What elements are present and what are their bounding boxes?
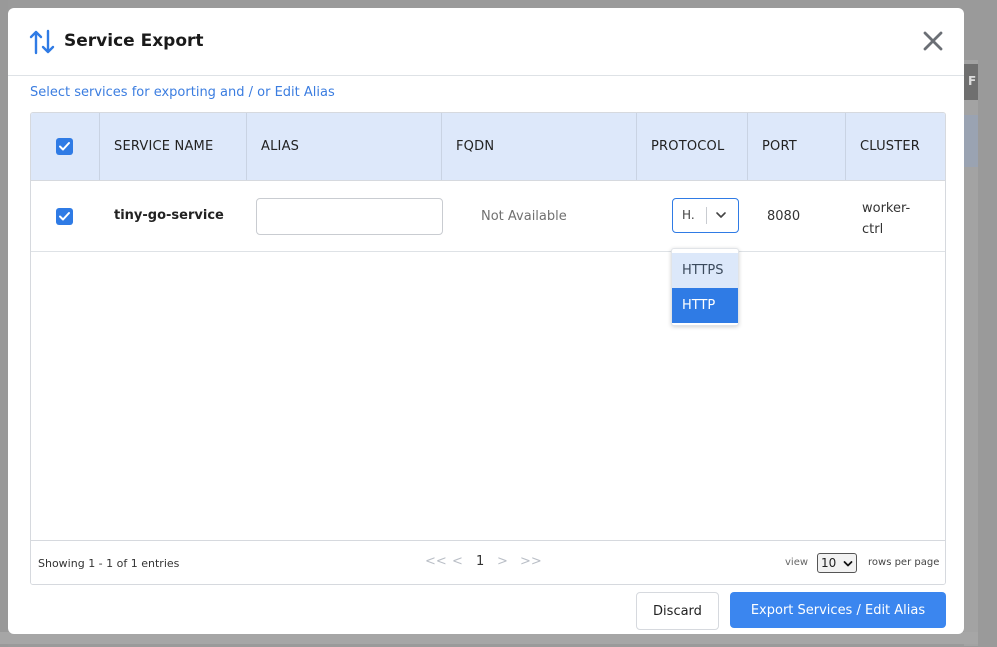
backdrop-left (0, 0, 8, 647)
modal-subtitle: Select services for exporting and / or E… (30, 85, 335, 100)
protocol-option-https[interactable]: HTTPS (672, 253, 738, 288)
row-checkbox[interactable] (56, 208, 73, 225)
modal-header: Service Export (8, 8, 964, 76)
column-header-service-name[interactable]: SERVICE NAME (100, 113, 247, 180)
backdrop-tab: F (964, 64, 978, 100)
protocol-select[interactable]: H. (672, 198, 739, 233)
rows-per-page-label: rows per page (868, 557, 940, 568)
current-page[interactable]: 1 (476, 554, 484, 569)
discard-button[interactable]: Discard (636, 592, 719, 630)
service-export-modal: Service Export Select services for expor… (8, 8, 964, 634)
cluster-cell: worker- ctrl (862, 198, 910, 240)
service-name-cell: tiny-go-service (114, 208, 224, 223)
cluster-line-1: worker- (862, 201, 911, 216)
fqdn-cell: Not Available (481, 209, 567, 224)
column-header-alias[interactable]: ALIAS (247, 113, 442, 180)
rows-per-page-value: 10 (821, 556, 837, 570)
entries-count: Showing 1 - 1 of 1 entries (38, 557, 180, 570)
last-page-button[interactable]: >> (520, 554, 542, 569)
swap-vertical-icon (29, 29, 55, 55)
chevron-down-icon (843, 561, 853, 567)
close-icon[interactable] (920, 28, 946, 54)
column-header-cluster[interactable]: CLUSTER (846, 113, 945, 180)
modal-title: Service Export (64, 31, 204, 51)
alias-input[interactable] (256, 198, 443, 235)
check-icon (59, 212, 70, 221)
protocol-select-value: H. (682, 208, 695, 222)
table-footer: Showing 1 - 1 of 1 entries << < 1 > >> v… (31, 540, 945, 584)
table-header: SERVICE NAME ALIAS FQDN PROTOCOL PORT CL… (31, 113, 945, 181)
chevron-down-icon (716, 212, 726, 218)
first-page-button[interactable]: << (425, 554, 447, 569)
column-header-fqdn[interactable]: FQDN (442, 113, 637, 180)
select-all-checkbox[interactable] (56, 138, 73, 155)
view-label: view (785, 557, 809, 568)
prev-page-button[interactable]: < (452, 554, 463, 569)
table-row: tiny-go-service Not Available H. 8080 wo… (31, 181, 945, 252)
next-page-button[interactable]: > (497, 554, 508, 569)
select-all-cell (31, 113, 100, 180)
backdrop-card (964, 115, 978, 167)
column-header-protocol[interactable]: PROTOCOL (637, 113, 748, 180)
services-table: SERVICE NAME ALIAS FQDN PROTOCOL PORT CL… (30, 112, 946, 585)
export-services-button[interactable]: Export Services / Edit Alias (730, 592, 946, 628)
cluster-line-2: ctrl (862, 222, 884, 237)
select-divider (706, 207, 707, 224)
column-header-port[interactable]: PORT (748, 113, 846, 180)
protocol-dropdown-menu: HTTPS HTTP (671, 248, 739, 326)
check-icon (59, 142, 70, 151)
protocol-option-http[interactable]: HTTP (672, 288, 738, 323)
rows-per-page-select[interactable]: 10 (817, 553, 857, 573)
port-cell: 8080 (767, 209, 801, 224)
